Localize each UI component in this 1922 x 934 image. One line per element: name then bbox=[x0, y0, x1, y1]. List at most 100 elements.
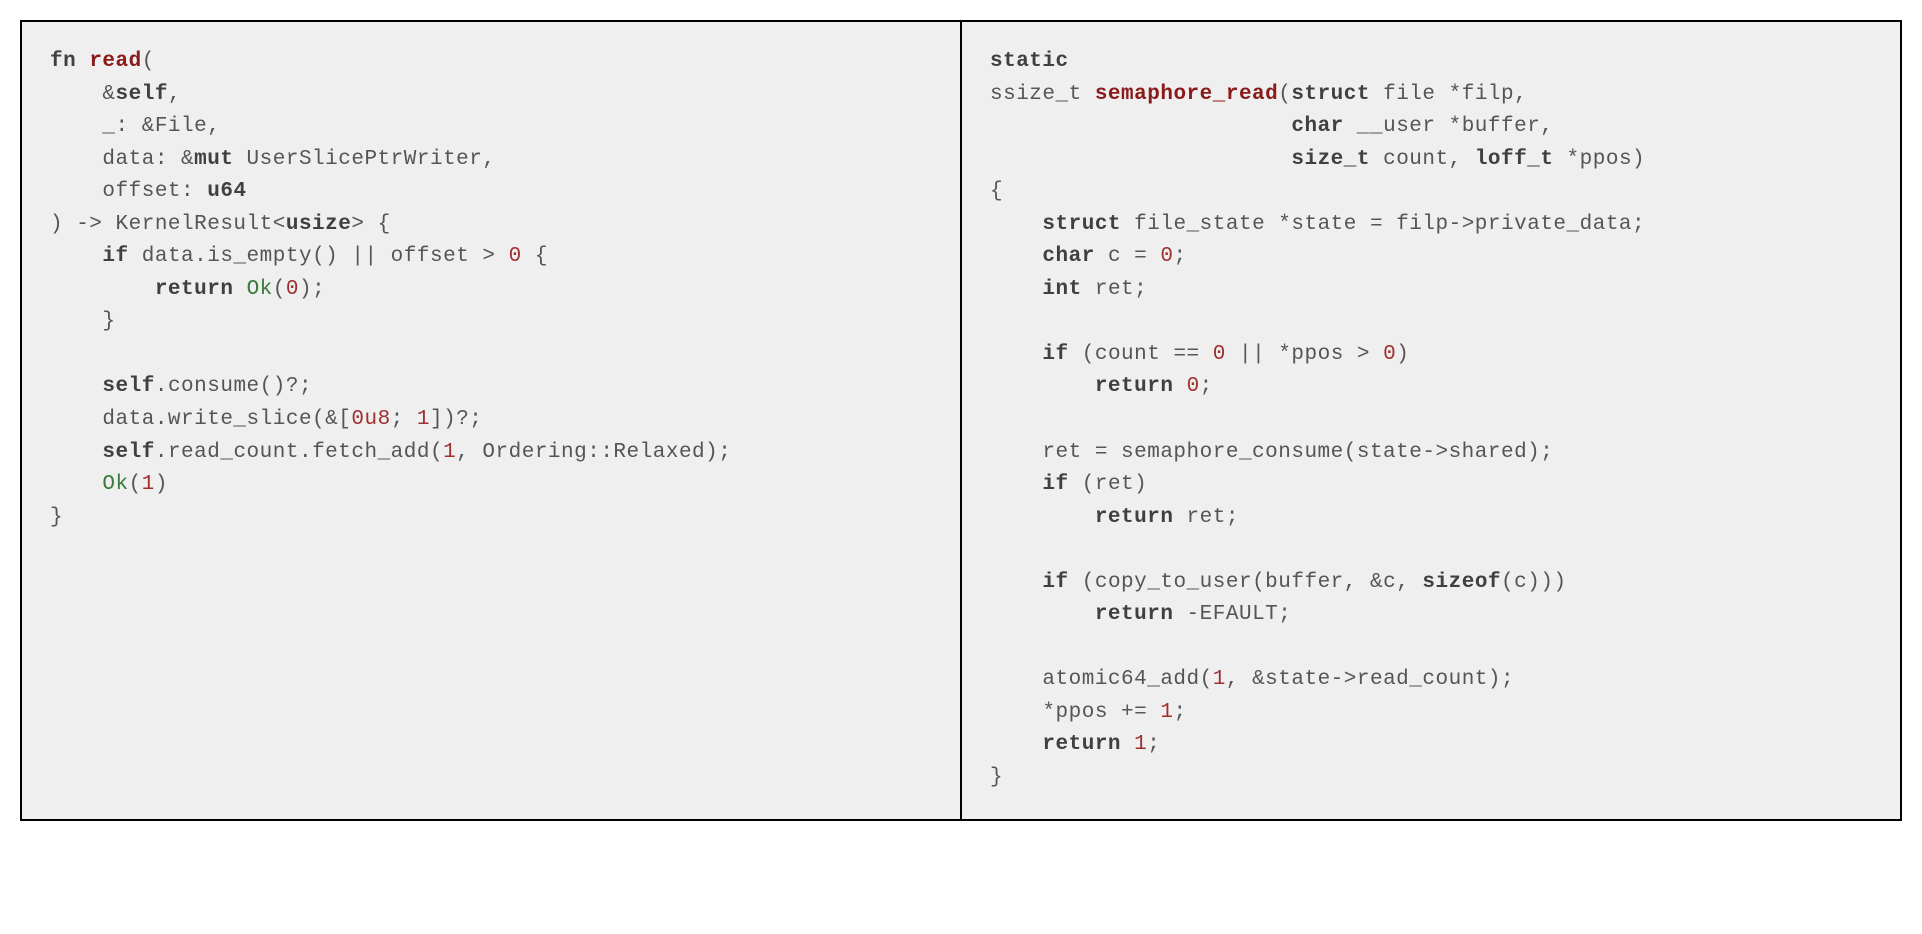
c-indent bbox=[990, 115, 1291, 138]
rust-data-type: UserSlicePtrWriter, bbox=[233, 148, 495, 171]
c-paren: ( bbox=[1278, 83, 1291, 106]
c-ppos-param: *ppos) bbox=[1553, 148, 1645, 171]
rust-write-slice: data.write_slice(&[ bbox=[50, 408, 351, 431]
c-code-block: static ssize_t semaphore_read(struct fil… bbox=[990, 46, 1872, 795]
rust-semi: ; bbox=[391, 408, 417, 431]
c-zero4: 0 bbox=[1187, 375, 1200, 398]
rust-one2: 1 bbox=[443, 441, 456, 464]
c-code-pane: static ssize_t semaphore_read(struct fil… bbox=[962, 22, 1900, 819]
rust-one: 1 bbox=[417, 408, 430, 431]
c-indent3 bbox=[990, 213, 1042, 236]
rust-self2: self bbox=[102, 375, 154, 398]
rust-ordering: , Ordering::Relaxed); bbox=[456, 441, 731, 464]
rust-paren2: ( bbox=[273, 278, 286, 301]
c-indent7 bbox=[990, 375, 1095, 398]
c-paren2: ) bbox=[1396, 343, 1409, 366]
rust-ok2: Ok bbox=[102, 473, 128, 496]
c-indent9 bbox=[990, 506, 1095, 529]
c-copy-to-user: (copy_to_user(buffer, &c, bbox=[1069, 571, 1423, 594]
rust-close-fn: } bbox=[50, 506, 63, 529]
rust-brace2: { bbox=[522, 245, 548, 268]
c-loff-t: loff_t bbox=[1475, 148, 1554, 171]
rust-bracket: ])?; bbox=[430, 408, 482, 431]
c-space bbox=[1173, 375, 1186, 398]
c-ppos-inc: *ppos += bbox=[990, 701, 1160, 724]
c-zero: 0 bbox=[1160, 245, 1173, 268]
rust-paren5: ) bbox=[155, 473, 168, 496]
c-one2: 1 bbox=[1160, 701, 1173, 724]
c-if: if bbox=[1042, 343, 1068, 366]
rust-close-brace: } bbox=[50, 310, 116, 333]
rust-fn-keyword: fn bbox=[50, 50, 89, 73]
rust-brace: > { bbox=[351, 213, 390, 236]
rust-consume: .consume()?; bbox=[155, 375, 312, 398]
c-semi2: ; bbox=[1200, 375, 1213, 398]
rust-return: return bbox=[155, 278, 234, 301]
rust-indent bbox=[50, 245, 102, 268]
c-state-decl: file_state *state = filp->private_data; bbox=[1121, 213, 1645, 236]
c-file-param: file *filp, bbox=[1370, 83, 1527, 106]
c-ret-decl: ret; bbox=[1082, 278, 1148, 301]
c-efault: -EFAULT; bbox=[1173, 603, 1291, 626]
rust-self3: self bbox=[102, 441, 154, 464]
c-fn-name: semaphore_read bbox=[1095, 83, 1278, 106]
c-buffer-param: __user *buffer, bbox=[1344, 115, 1554, 138]
c-semi: ; bbox=[1173, 245, 1186, 268]
rust-mut: mut bbox=[194, 148, 233, 171]
c-ret-cond: (ret) bbox=[1069, 473, 1148, 496]
c-semi3: ; bbox=[1173, 701, 1186, 724]
rust-zero: 0 bbox=[509, 245, 522, 268]
rust-indent3 bbox=[50, 375, 102, 398]
c-semi4: ; bbox=[1147, 733, 1160, 756]
c-indent6 bbox=[990, 343, 1042, 366]
rust-paren3: ); bbox=[299, 278, 325, 301]
c-int: int bbox=[1042, 278, 1081, 301]
rust-code-block: fn read( &self, _: &File, data: &mut Use… bbox=[50, 46, 932, 534]
rust-code-pane: fn read( &self, _: &File, data: &mut Use… bbox=[22, 22, 962, 819]
rust-self: self bbox=[116, 83, 168, 106]
c-char2: char bbox=[1042, 245, 1094, 268]
rust-data-param: data: & bbox=[50, 148, 194, 171]
c-brace: { bbox=[990, 180, 1003, 203]
c-indent10 bbox=[990, 571, 1042, 594]
c-count-param: count, bbox=[1370, 148, 1475, 171]
c-ret-val: ret; bbox=[1173, 506, 1239, 529]
c-paren3: (c))) bbox=[1501, 571, 1567, 594]
rust-indent4 bbox=[50, 441, 102, 464]
c-if3: if bbox=[1042, 571, 1068, 594]
c-char: char bbox=[1291, 115, 1343, 138]
rust-usize: usize bbox=[286, 213, 352, 236]
rust-space bbox=[233, 278, 246, 301]
rust-condition: data.is_empty() || offset > bbox=[129, 245, 509, 268]
c-ssize: ssize_t bbox=[990, 83, 1095, 106]
rust-one3: 1 bbox=[142, 473, 155, 496]
rust-fetch-add: .read_count.fetch_add( bbox=[155, 441, 443, 464]
c-size-t: size_t bbox=[1291, 148, 1370, 171]
c-indent4 bbox=[990, 245, 1042, 268]
c-one: 1 bbox=[1213, 668, 1226, 691]
rust-indent2 bbox=[50, 278, 155, 301]
c-sizeof: sizeof bbox=[1422, 571, 1501, 594]
rust-if: if bbox=[102, 245, 128, 268]
c-atomic-add: atomic64_add( bbox=[990, 668, 1213, 691]
c-if2: if bbox=[1042, 473, 1068, 496]
c-struct: struct bbox=[1291, 83, 1370, 106]
c-zero2: 0 bbox=[1213, 343, 1226, 366]
rust-u64: u64 bbox=[207, 180, 246, 203]
c-indent5 bbox=[990, 278, 1042, 301]
c-indent12 bbox=[990, 733, 1042, 756]
c-zero3: 0 bbox=[1383, 343, 1396, 366]
c-return4: return bbox=[1042, 733, 1121, 756]
rust-paren: ( bbox=[142, 50, 155, 73]
rust-zero2: 0 bbox=[286, 278, 299, 301]
c-return: return bbox=[1095, 375, 1174, 398]
c-indent8 bbox=[990, 473, 1042, 496]
c-indent11 bbox=[990, 603, 1095, 626]
c-static: static bbox=[990, 50, 1069, 73]
rust-0u8: 0u8 bbox=[351, 408, 390, 431]
c-condition: (count == bbox=[1069, 343, 1213, 366]
c-return3: return bbox=[1095, 603, 1174, 626]
rust-self-amp: & bbox=[50, 83, 116, 106]
c-read-count: , &state->read_count); bbox=[1226, 668, 1514, 691]
rust-paren4: ( bbox=[129, 473, 142, 496]
